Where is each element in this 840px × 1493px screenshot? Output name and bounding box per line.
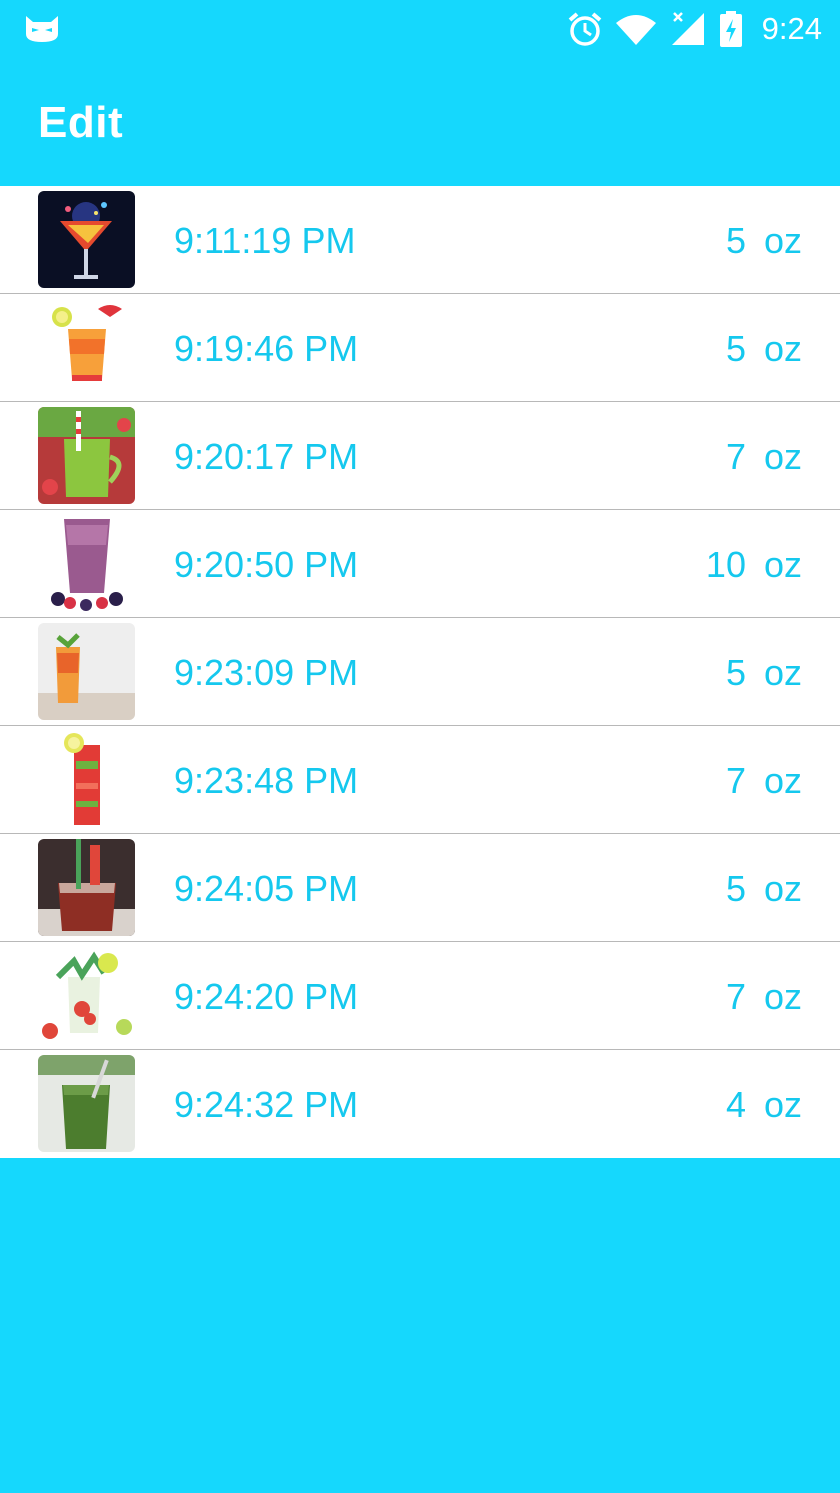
entry-time: 9:19:46 PM: [174, 328, 359, 369]
drink-list: 9:11:19 PM 5 oz 9:19:46 PM 5 oz 9:20:17 …: [0, 186, 840, 1158]
list-item[interactable]: 9:23:48 PM 7 oz: [0, 726, 840, 834]
cell-signal-icon: [670, 11, 706, 47]
entry-time: 9:24:32 PM: [174, 1084, 359, 1125]
amount-value: 5: [725, 328, 746, 369]
list-item[interactable]: 9:20:50 PM 10 oz: [0, 510, 840, 618]
amount-value: 7: [725, 436, 746, 477]
drink-thumbnail-iced-tea: [38, 623, 135, 720]
amount-value: 7: [725, 760, 746, 801]
entry-amount: 7 oz: [726, 436, 802, 478]
entry-time: 9:23:48 PM: [174, 760, 359, 801]
amount-value: 5: [725, 220, 746, 261]
page-title: Edit: [38, 98, 124, 147]
list-item[interactable]: 9:23:09 PM 5 oz: [0, 618, 840, 726]
amount-value: 5: [725, 652, 746, 693]
entry-time: 9:20:50 PM: [174, 544, 359, 585]
entry-amount: 4 oz: [726, 1084, 802, 1126]
alarm-clock-icon: [568, 11, 602, 47]
amount-value: 10: [705, 544, 746, 585]
drink-thumbnail-green-juice: [38, 1055, 135, 1152]
entry-time: 9:24:20 PM: [174, 976, 359, 1017]
drink-thumbnail-watermelon-mojito: [38, 731, 135, 828]
entry-time: 9:23:09 PM: [174, 652, 359, 693]
list-item[interactable]: 9:19:46 PM 5 oz: [0, 294, 840, 402]
entry-amount: 10 oz: [706, 544, 802, 586]
entry-amount: 5 oz: [726, 652, 802, 694]
drink-thumbnail-fruit-mojito: [38, 947, 135, 1044]
list-item[interactable]: 9:24:32 PM 4 oz: [0, 1050, 840, 1158]
list-item[interactable]: 9:24:20 PM 7 oz: [0, 942, 840, 1050]
entry-amount: 7 oz: [726, 976, 802, 1018]
amount-unit: oz: [763, 220, 802, 261]
amount-unit: oz: [763, 868, 802, 909]
wifi-icon: [615, 13, 656, 45]
amount-value: 5: [725, 868, 746, 909]
amount-value: 7: [725, 976, 746, 1017]
status-bar: 9:24: [0, 0, 840, 58]
entry-amount: 5 oz: [726, 328, 802, 370]
entry-amount: 5 oz: [726, 868, 802, 910]
cyanogen-cat-icon: [24, 12, 60, 49]
amount-unit: oz: [763, 652, 802, 693]
drink-thumbnail-berry-smoothie: [38, 515, 135, 612]
entry-time: 9:11:19 PM: [174, 220, 356, 261]
app-bar: Edit: [0, 58, 840, 186]
entry-time: 9:24:05 PM: [174, 868, 359, 909]
entry-amount: 5 oz: [726, 220, 802, 262]
entry-amount: 7 oz: [726, 760, 802, 802]
status-icons: 9:24: [568, 8, 822, 50]
drink-thumbnail-red-iced-drink: [38, 839, 135, 936]
battery-charging-icon: [719, 11, 742, 47]
list-item[interactable]: 9:11:19 PM 5 oz: [0, 186, 840, 294]
amount-unit: oz: [763, 976, 802, 1017]
drink-thumbnail-martini: [38, 191, 135, 288]
amount-value: 4: [725, 1084, 746, 1125]
amount-unit: oz: [763, 436, 802, 477]
list-item[interactable]: 9:24:05 PM 5 oz: [0, 834, 840, 942]
amount-unit: oz: [763, 544, 802, 585]
amount-unit: oz: [763, 1084, 802, 1125]
status-clock: 9:24: [761, 11, 822, 46]
amount-unit: oz: [763, 328, 802, 369]
list-item[interactable]: 9:20:17 PM 7 oz: [0, 402, 840, 510]
entry-time: 9:20:17 PM: [174, 436, 359, 477]
drink-thumbnail-tropical: [38, 299, 135, 396]
amount-unit: oz: [763, 760, 802, 801]
drink-thumbnail-green-smoothie: [38, 407, 135, 504]
